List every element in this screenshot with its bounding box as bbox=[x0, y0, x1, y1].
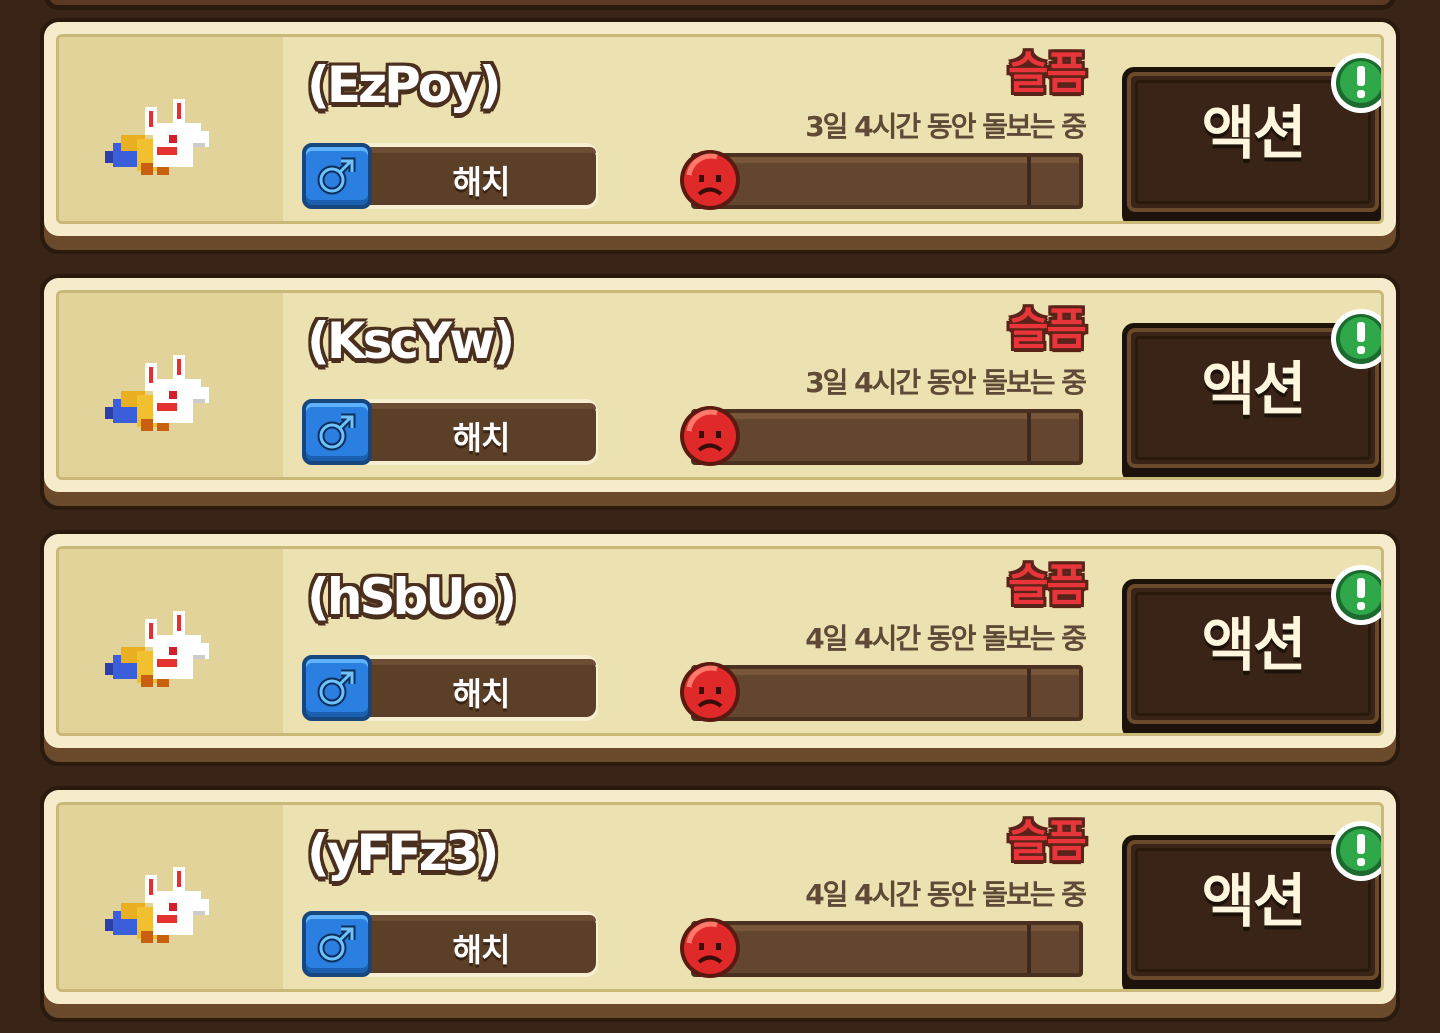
exclamation-icon bbox=[1331, 821, 1381, 881]
pet-name: (EzPoy) bbox=[307, 56, 502, 114]
fox-pet-sprite-icon bbox=[105, 867, 209, 943]
mood-status: 슬픔 bbox=[1008, 560, 1087, 611]
pet-type-label: 해치 bbox=[452, 675, 511, 713]
pet-type-label: 해치 bbox=[452, 163, 511, 201]
pet-portrait bbox=[59, 37, 283, 221]
mood-bar bbox=[691, 665, 1083, 721]
pet-card-panel: (KscYw) 해치 슬픔 3일 4시간 동안 돌보는 중 액션 bbox=[44, 278, 1396, 492]
pet-card: (KscYw) 해치 슬픔 3일 4시간 동안 돌보는 중 액션 bbox=[40, 274, 1400, 510]
pet-name: (hSbUo) bbox=[307, 568, 517, 626]
mood-status: 슬픔 bbox=[1008, 48, 1087, 99]
pet-card: (yFFz3) 해치 슬픔 4일 4시간 동안 돌보는 중 액션 bbox=[40, 786, 1400, 1022]
mood-status: 슬픔 bbox=[1008, 304, 1087, 355]
pet-card: (hSbUo) 해치 슬픔 4일 4시간 동안 돌보는 중 액션 bbox=[40, 530, 1400, 766]
pet-portrait bbox=[59, 293, 283, 477]
pet-card-panel: (hSbUo) 해치 슬픔 4일 4시간 동안 돌보는 중 액션 bbox=[44, 534, 1396, 748]
sad-face-icon bbox=[680, 918, 740, 978]
pet-list-screen: (EzPoy) 해치 슬픔 3일 4시간 동안 돌보는 중 액션 (KscYw)… bbox=[0, 0, 1440, 1033]
care-duration: 3일 4시간 동안 돌보는 중 bbox=[805, 366, 1087, 399]
male-symbol-icon bbox=[302, 655, 372, 721]
gender-bar: 해치 bbox=[302, 399, 598, 465]
gender-bar: 해치 bbox=[302, 143, 598, 209]
pet-card-panel: (yFFz3) 해치 슬픔 4일 4시간 동안 돌보는 중 액션 bbox=[44, 790, 1396, 1004]
exclamation-icon bbox=[1331, 565, 1381, 625]
mood-bar bbox=[691, 921, 1083, 977]
care-duration: 3일 4시간 동안 돌보는 중 bbox=[805, 110, 1087, 143]
mood-bar bbox=[691, 153, 1083, 209]
pet-type-label: 해치 bbox=[452, 931, 511, 969]
gender-bar: 해치 bbox=[302, 911, 598, 977]
pet-name: (yFFz3) bbox=[307, 824, 499, 882]
pet-portrait bbox=[59, 549, 283, 733]
gender-bar: 해치 bbox=[302, 655, 598, 721]
sad-face-icon bbox=[680, 406, 740, 466]
pet-name: (KscYw) bbox=[307, 312, 515, 370]
pet-card: (EzPoy) 해치 슬픔 3일 4시간 동안 돌보는 중 액션 bbox=[40, 18, 1400, 254]
male-symbol-icon bbox=[302, 399, 372, 465]
fox-pet-sprite-icon bbox=[105, 355, 209, 431]
mood-bar bbox=[691, 409, 1083, 465]
fox-pet-sprite-icon bbox=[105, 99, 209, 175]
pet-card-panel: (EzPoy) 해치 슬픔 3일 4시간 동안 돌보는 중 액션 bbox=[44, 22, 1396, 236]
fox-pet-sprite-icon bbox=[105, 611, 209, 687]
previous-card-edge bbox=[44, 0, 1396, 10]
male-symbol-icon bbox=[302, 143, 372, 209]
male-symbol-icon bbox=[302, 911, 372, 977]
mood-status: 슬픔 bbox=[1008, 816, 1087, 867]
pet-type-label: 해치 bbox=[452, 419, 511, 457]
care-duration: 4일 4시간 동안 돌보는 중 bbox=[805, 878, 1087, 911]
sad-face-icon bbox=[680, 662, 740, 722]
exclamation-icon bbox=[1331, 53, 1381, 113]
care-duration: 4일 4시간 동안 돌보는 중 bbox=[805, 622, 1087, 655]
pet-portrait bbox=[59, 805, 283, 989]
sad-face-icon bbox=[680, 150, 740, 210]
exclamation-icon bbox=[1331, 309, 1381, 369]
